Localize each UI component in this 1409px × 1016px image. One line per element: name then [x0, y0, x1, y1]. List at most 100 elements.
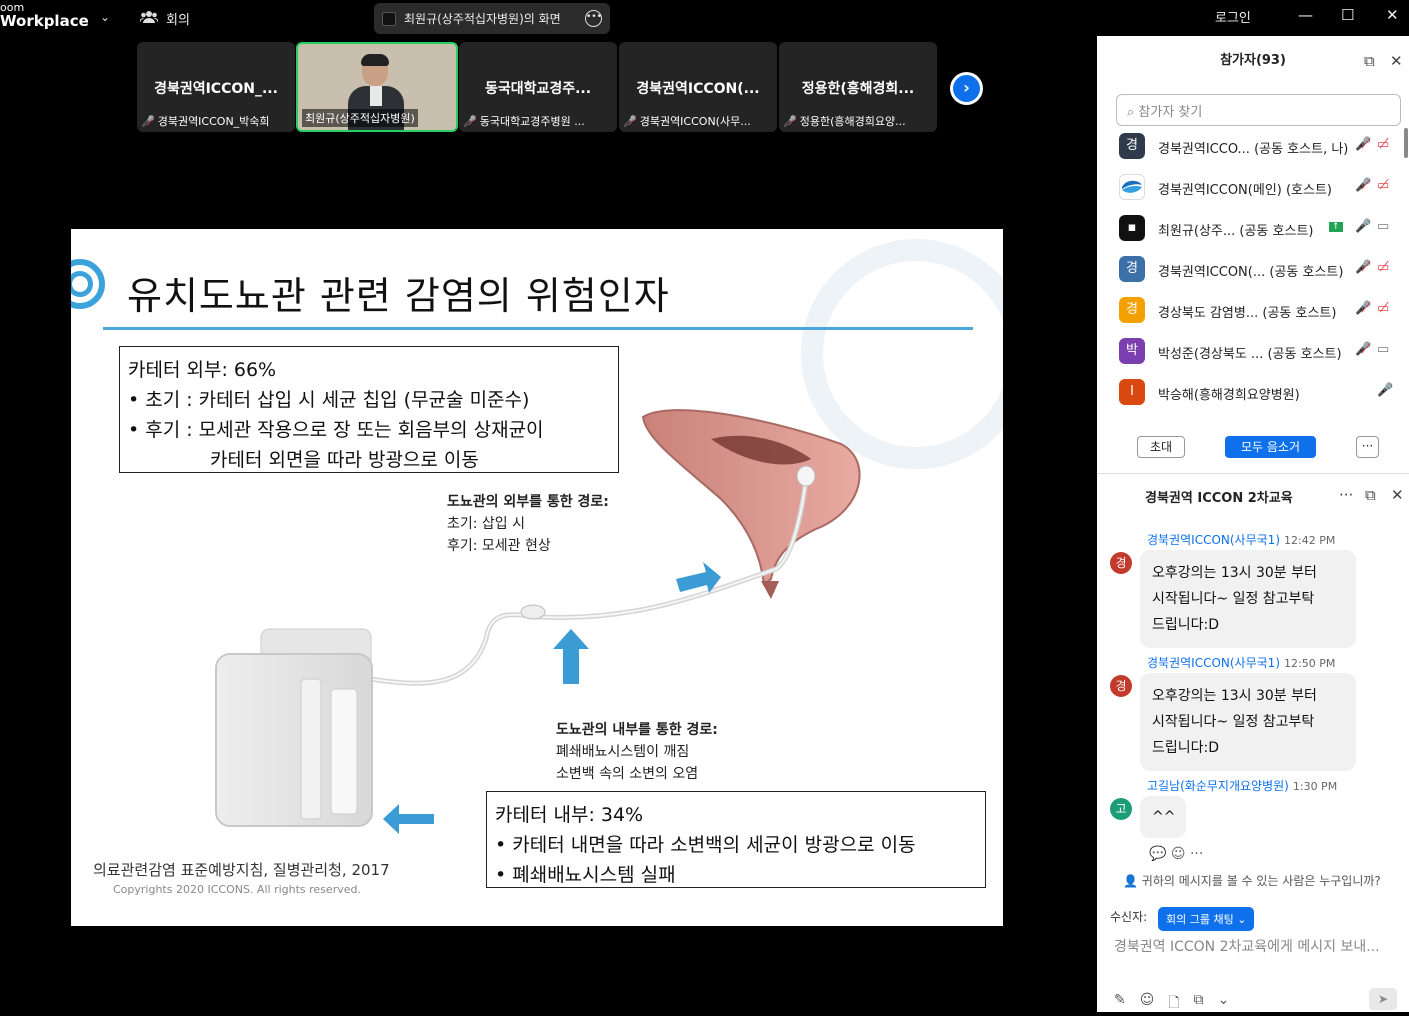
popout-icon[interactable]: ⧉: [1364, 36, 1375, 86]
top-bar: oom Workplace ⌄ 회의 최원규(상주적십자병원)의 화면 ••• …: [0, 0, 1409, 36]
mic-muted-icon[interactable]: 🎤̸: [1355, 301, 1371, 316]
avatar: ▪: [1119, 215, 1145, 241]
video-off-icon[interactable]: ▭̸: [1377, 137, 1389, 152]
chevron-down-icon[interactable]: ⌄: [100, 10, 110, 24]
participant-row[interactable]: 경 경상북도 감염병... (공동 호스트) 🎤̸ ▭̸: [1097, 294, 1409, 335]
avatar: 경: [1119, 297, 1145, 323]
mic-muted-icon[interactable]: 🎤̸: [1355, 137, 1371, 152]
participants-icon: [139, 10, 159, 28]
thumbnail-label: 최원규(상주적십자병원): [302, 109, 418, 127]
message-line: 시작됩니다~ 일정 참고부탁: [1152, 591, 1315, 607]
mic-muted-icon[interactable]: 🎤̸: [1355, 342, 1371, 357]
mic-muted-icon[interactable]: 🎤̸: [1355, 260, 1371, 275]
thumbnail-label: 🎤̸ 동국대학교경주병원 ...: [463, 113, 585, 129]
emoji-icon[interactable]: ☺: [1140, 992, 1155, 1016]
message-bubble[interactable]: 오후강의는 13시 30분 부터 시작됩니다~ 일정 참고부탁 드립니다:D: [1140, 550, 1356, 648]
participant-actions: 초대 모두 음소거 ···: [1097, 436, 1409, 460]
title-underline: [103, 327, 973, 330]
file-icon[interactable]: 🗋: [1168, 992, 1179, 1016]
video-thumbnail-active-speaker[interactable]: 최원규(상주적십자병원): [296, 42, 458, 132]
reply-icon[interactable]: 💬: [1149, 846, 1166, 862]
mic-muted-icon: 🎤̸: [783, 114, 797, 128]
video-off-icon[interactable]: ▭̸: [1377, 301, 1389, 316]
screen-share-pill[interactable]: 최원규(상주적십자병원)의 화면 •••: [374, 3, 610, 34]
mic-muted-icon[interactable]: 🎤̸: [1355, 178, 1371, 193]
message-bubble[interactable]: ^^: [1140, 796, 1186, 838]
app-brand: oom Workplace: [0, 2, 89, 29]
mute-all-button[interactable]: 모두 음소거: [1225, 436, 1316, 458]
participant-row[interactable]: ▪ 최원규(상주... (공동 호스트) ↑ 🎤 ▭: [1097, 212, 1409, 253]
chevron-right-icon: ›: [953, 75, 980, 102]
screen-share-label: 최원규(상주적십자병원)의 화면: [404, 12, 561, 26]
participant-row[interactable]: I 박승해(흥해경희요양병원) 🎤: [1097, 376, 1409, 417]
recipient-dropdown[interactable]: 회의 그룹 채팅 ⌄: [1158, 907, 1255, 931]
more-button[interactable]: ···: [1356, 436, 1379, 458]
participant-row[interactable]: 경 경북권역ICCO... (공동 호스트, 나) 🎤̸ ▭̸: [1097, 130, 1409, 171]
video-off-icon[interactable]: ▭̸: [1377, 178, 1389, 193]
minimize-icon[interactable]: —: [1298, 6, 1313, 24]
mic-muted-icon: 🎤̸: [141, 114, 155, 128]
caption-line: 소변백 속의 소변의 오염: [556, 766, 699, 782]
video-off-icon[interactable]: ▭̸: [1377, 260, 1389, 275]
chat-header: 경북권역 ICCON 2차교육 ··· ⧉ ✕: [1097, 474, 1409, 518]
participant-row[interactable]: 경북권역ICCON(메인) (호스트) 🎤̸ ▭̸: [1097, 171, 1409, 212]
participant-row[interactable]: 박 박성준(경상북도 ... (공동 호스트) 🎤̸ ▭: [1097, 335, 1409, 376]
message-line: ^^: [1152, 809, 1176, 825]
more-icon[interactable]: ···: [1190, 846, 1203, 862]
avatar: I: [1119, 379, 1145, 405]
video-thumbnail[interactable]: 경북권역ICCON(... 🎤̸ 경북권역ICCON(사무...: [619, 42, 777, 132]
popout-icon[interactable]: ⧉: [1365, 486, 1376, 504]
close-icon[interactable]: ✕: [1391, 486, 1404, 504]
sender-name[interactable]: 고길남(화순무지개요양병원): [1147, 779, 1289, 793]
maximize-icon[interactable]: ☐: [1341, 6, 1354, 24]
box-line: 카테터 외면을 따라 방광으로 이동: [210, 449, 479, 471]
participant-name: 최원규(상주... (공동 호스트): [1158, 224, 1314, 239]
message-sender: 고길남(화순무지개요양병원) 1:30 PM: [1147, 777, 1337, 794]
mic-icon[interactable]: 🎤: [1355, 219, 1371, 234]
sender-name[interactable]: 경북권역ICCON(사무국1): [1147, 656, 1280, 670]
participant-row[interactable]: 경 경북권역ICCON(... (공동 호스트) 🎤̸ ▭̸: [1097, 253, 1409, 294]
format-icon[interactable]: ✎: [1114, 992, 1126, 1016]
more-options-icon[interactable]: •••: [585, 10, 602, 27]
video-thumbnail[interactable]: 경북권역ICCON_... 🎤̸ 경북권역ICCON_박숙희: [137, 42, 295, 132]
video-thumbnail[interactable]: 동국대학교경주... 🎤̸ 동국대학교경주병원 ...: [459, 42, 617, 132]
outer-route-caption: 도뇨관의 외부를 통한 경로: 초기: 삽입 시 후기: 모세관 현상: [447, 491, 609, 557]
video-icon[interactable]: ▭: [1377, 342, 1389, 357]
close-icon[interactable]: ✕: [1390, 36, 1403, 86]
participant-search-input[interactable]: ⌕ 참가자 찾기: [1116, 94, 1401, 126]
shared-slide: 유치도뇨관 관련 감염의 위험인자 카테터 외부: 66% • 초기 : 카테터…: [71, 229, 1003, 926]
chevron-down-icon[interactable]: ⌄: [1218, 992, 1230, 1016]
emoji-react-icon[interactable]: ☺: [1171, 846, 1186, 862]
thumbnail-label-text: 최원규(상주적십자병원): [302, 109, 418, 127]
screen-share-icon: [382, 11, 396, 26]
visibility-notice[interactable]: 👤 귀하의 메시지를 볼 수 있는 사람은 누구입니까?: [1123, 872, 1381, 889]
chat-toolbar: ✎ ☺ 🗋 ⧉ ⌄: [1114, 992, 1404, 1016]
search-icon: ⌕: [1127, 105, 1139, 120]
sender-name[interactable]: 경북권역ICCON(사무국1): [1147, 533, 1280, 547]
inner-route-box: 카테터 내부: 34% • 카테터 내면을 따라 소변백의 세균이 방광으로 이…: [486, 791, 986, 888]
avatar: 경: [1110, 552, 1132, 574]
message-input[interactable]: 경북권역 ICCON 2차교육에게 메시지 보내...: [1114, 936, 1380, 956]
mic-icon[interactable]: 🎤: [1377, 383, 1393, 398]
thumbnail-label-text: 경북권역ICCON(사무...: [639, 115, 751, 128]
close-icon[interactable]: ✕: [1386, 6, 1399, 24]
invite-button[interactable]: 초대: [1137, 436, 1185, 458]
recipient-label: 수신자:: [1110, 910, 1148, 924]
video-thumbnail[interactable]: 정용한(흥해경희... 🎤̸ 정용한(흥해경희요양...: [779, 42, 937, 132]
login-button[interactable]: 로그인: [1215, 7, 1251, 26]
next-page-button[interactable]: ›: [950, 72, 983, 105]
more-icon[interactable]: ···: [1339, 486, 1353, 504]
send-button[interactable]: ➤: [1369, 988, 1397, 1010]
outer-route-box: 카테터 외부: 66% • 초기 : 카테터 삽입 시 세균 칩입 (무균술 미…: [119, 346, 619, 473]
thumbnail-label-text: 동국대학교경주병원 ...: [479, 115, 585, 128]
person-icon: 👤: [1123, 874, 1138, 888]
screenshot-icon[interactable]: ⧉: [1194, 992, 1204, 1016]
message-placeholder: 경북권역 ICCON 2차교육에게 메시지 보내...: [1114, 939, 1380, 955]
participant-name: 경상북도 감염병... (공동 호스트): [1158, 306, 1337, 321]
caption-title: 도뇨관의 내부를 통한 경로:: [556, 722, 718, 738]
participant-name: 박승해(흥해경희요양병원): [1158, 388, 1300, 403]
meeting-menu-button[interactable]: 회의: [139, 9, 190, 28]
avatar: 경: [1110, 675, 1132, 697]
video-icon[interactable]: ▭: [1377, 219, 1389, 234]
message-bubble[interactable]: 오후강의는 13시 30분 부터 시작됩니다~ 일정 참고부탁 드립니다:D: [1140, 673, 1356, 771]
